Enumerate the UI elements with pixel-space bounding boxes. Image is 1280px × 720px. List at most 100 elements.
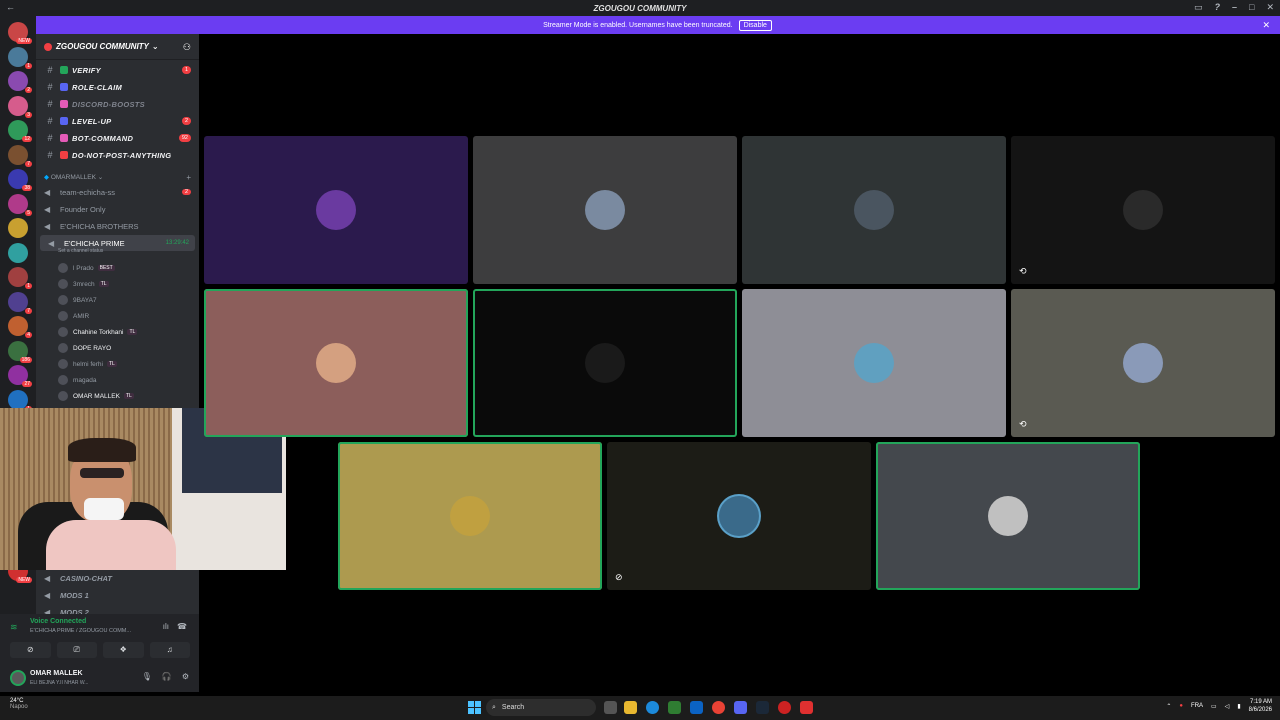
participant-tile[interactable]: ⊘ xyxy=(607,442,871,590)
participant-tile[interactable]: ⟲ xyxy=(1011,289,1275,437)
participant-tile[interactable] xyxy=(473,136,737,284)
voice-member[interactable]: DOPE RAYO xyxy=(58,341,111,355)
voice-member[interactable]: l Prado BEST xyxy=(58,261,115,275)
server-icon[interactable]: 5 xyxy=(8,193,32,216)
participant-tile[interactable] xyxy=(742,136,1006,284)
channel-status[interactable]: Set a channel status xyxy=(58,248,103,254)
participant-tile[interactable] xyxy=(742,289,1006,437)
participant-tile[interactable] xyxy=(204,136,468,284)
server-icon[interactable]: 1 xyxy=(8,267,32,289)
voice-member[interactable]: 3mrech TL xyxy=(58,277,109,291)
noise-suppression-icon[interactable]: ılı xyxy=(163,622,169,631)
mail-icon[interactable] xyxy=(690,701,703,714)
weather-widget[interactable]: 24°C Napoo xyxy=(10,698,28,710)
participant-tile[interactable] xyxy=(204,289,468,437)
edge-icon[interactable] xyxy=(646,701,659,714)
close-banner-icon[interactable]: ✕ xyxy=(1262,20,1270,31)
tray-mic-icon[interactable]: ● xyxy=(1179,703,1183,709)
chrome-icon[interactable] xyxy=(712,701,725,714)
participant-tile[interactable] xyxy=(338,442,602,590)
voice-member[interactable]: 9BAYA7 xyxy=(58,293,97,307)
speaker-icon: ◀ xyxy=(44,221,51,231)
activities-button[interactable]: ❖ xyxy=(103,642,144,658)
channel-level-up[interactable]: # LEVEL-UP 2 xyxy=(36,113,199,129)
voice-member[interactable]: OMAR MALLEK TL xyxy=(58,389,134,403)
back-icon[interactable]: ← xyxy=(6,2,15,12)
battery-icon[interactable]: ▮ xyxy=(1237,703,1240,710)
streamer-mode-banner: Streamer Mode is enabled. Usernames have… xyxy=(35,16,1280,34)
keyboard-language[interactable]: FRA xyxy=(1191,703,1203,709)
voice-connected-status[interactable]: Voice Connected xyxy=(30,618,86,625)
voice-member[interactable]: magada xyxy=(58,373,97,387)
server-icon[interactable]: 38 xyxy=(8,169,32,191)
server-icon[interactable]: 2 xyxy=(8,71,32,93)
channel-emoji-icon xyxy=(60,66,68,74)
volume-icon[interactable]: ◁ xyxy=(1225,703,1230,710)
channel-discord-boosts[interactable]: # DISCORD-BOOSTS xyxy=(36,96,199,112)
voice-channel[interactable]: ◀ team-echicha-ss 2 xyxy=(36,184,199,200)
steam-icon[interactable] xyxy=(756,701,769,714)
server-icon[interactable]: 7 xyxy=(8,144,32,167)
server-badge: NEW xyxy=(16,577,32,583)
server-icon[interactable]: 1 xyxy=(8,46,32,69)
voice-channel[interactable]: ◀ E'CHICHA BROTHERS xyxy=(36,218,199,234)
server-icon[interactable]: 7 xyxy=(8,291,32,314)
disconnect-icon[interactable]: ☎ xyxy=(177,622,187,631)
headphones-icon[interactable]: 🎧 xyxy=(162,672,172,681)
server-icon[interactable]: 1 xyxy=(8,389,32,412)
voice-member[interactable]: Chahine Torkhani TL xyxy=(58,325,138,339)
member-avatar xyxy=(58,327,68,337)
server-icon[interactable]: 3 xyxy=(8,95,32,118)
lower-channel[interactable]: ◀ MODS 1 xyxy=(36,587,199,603)
participant-tile[interactable] xyxy=(473,289,737,437)
server-icon[interactable]: 186 xyxy=(8,340,32,363)
server-icon[interactable] xyxy=(8,242,28,263)
server-icon[interactable] xyxy=(8,218,28,238)
channel-bot-command[interactable]: # BOT-COMMAND 92 xyxy=(36,130,199,146)
close-window-button[interactable]: ✕ xyxy=(1266,2,1274,13)
hash-icon: # xyxy=(47,150,53,160)
muted-icon: ⊘ xyxy=(615,572,623,582)
soundboard-button[interactable]: ♫ xyxy=(149,642,190,658)
help-icon[interactable]: ? xyxy=(1215,2,1221,13)
mic-icon[interactable]: 🎙 xyxy=(142,672,152,681)
server-icon[interactable]: NEW xyxy=(8,22,32,44)
tray-chevron-icon[interactable]: ⌃ xyxy=(1166,703,1171,710)
task-view-icon[interactable] xyxy=(604,701,617,714)
unread-badge: 1 xyxy=(181,66,191,74)
server-header[interactable]: ZGOUGOU COMMUNITY ⌄ ⚇ xyxy=(36,34,199,60)
server-icon[interactable]: 12 xyxy=(8,120,32,142)
inbox-icon[interactable]: ▭ xyxy=(1194,2,1203,13)
channel-role-claim[interactable]: # ROLE-CLAIM xyxy=(36,79,199,95)
user-avatar[interactable] xyxy=(10,670,26,686)
participant-tile[interactable]: ⟲ xyxy=(1011,136,1275,284)
taskbar-search[interactable]: ⌕ Search xyxy=(486,699,596,716)
category-omarmallek[interactable]: ◆ OMARMALLEK ⌄ xyxy=(44,173,103,181)
camera-off-button[interactable]: ⊘ xyxy=(10,642,51,658)
participant-avatar xyxy=(316,190,356,230)
network-icon[interactable]: ▭ xyxy=(1211,703,1217,710)
screen-share-button[interactable]: ⎚ xyxy=(56,642,97,658)
participant-tile[interactable] xyxy=(876,442,1140,590)
server-icon[interactable]: 27 xyxy=(8,365,32,387)
voice-channel[interactable]: ◀ Founder Only xyxy=(36,201,199,217)
windows-start-icon[interactable] xyxy=(468,701,481,714)
file-explorer-icon[interactable] xyxy=(624,701,637,714)
settings-gear-icon[interactable]: ⚙ xyxy=(182,672,189,681)
channel-do-not-post-anything[interactable]: # DO-NOT-POST-ANYTHING xyxy=(36,147,199,163)
voice-member[interactable]: AMIR xyxy=(58,309,89,323)
invite-icon[interactable]: ⚇ xyxy=(183,42,191,53)
add-channel-icon[interactable]: + xyxy=(186,173,191,182)
discord-icon[interactable] xyxy=(734,701,747,714)
minimize-button[interactable]: – xyxy=(1232,2,1237,13)
store-icon[interactable] xyxy=(668,701,681,714)
disable-streamer-mode-button[interactable]: Disable xyxy=(738,19,772,31)
server-icon[interactable]: 4 xyxy=(8,316,32,338)
clock[interactable]: 7:19 AM 8/6/2026 xyxy=(1249,698,1272,714)
maximize-button[interactable]: □ xyxy=(1249,2,1254,13)
app-icon[interactable] xyxy=(778,701,791,714)
obs-icon[interactable] xyxy=(800,701,813,714)
channel-verify[interactable]: # VERIFY 1 xyxy=(36,62,199,78)
lower-channel[interactable]: ◀ CASINO-CHAT xyxy=(36,570,199,586)
voice-member[interactable]: helmi ferhi TL xyxy=(58,357,117,371)
